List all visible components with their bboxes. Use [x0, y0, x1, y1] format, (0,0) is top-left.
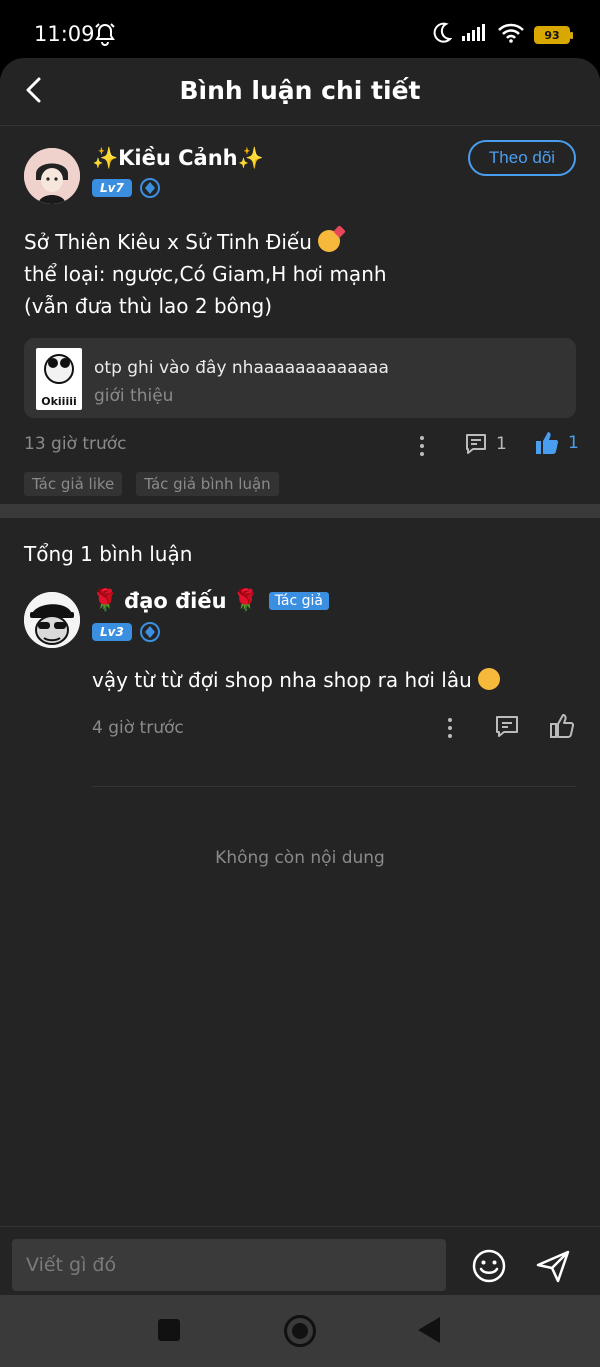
- comment-author-level-row: Lv3: [92, 622, 160, 642]
- send-icon: [536, 1250, 570, 1283]
- post-body: Sở Thiên Kiêu x Sử Tinh Điếu thể loại: n…: [24, 226, 576, 322]
- thumbnail-caption: Okiiiii: [41, 395, 77, 408]
- comment-button[interactable]: 1: [464, 432, 507, 456]
- comment-count: 1: [496, 434, 507, 454]
- post-author-name[interactable]: ✨Kiều Cảnh✨: [92, 146, 264, 171]
- signal-icon: [462, 24, 488, 46]
- disappointed-face-emoji-icon: [478, 668, 501, 690]
- home-icon[interactable]: [284, 1315, 316, 1347]
- verified-emblem-icon: [139, 622, 160, 642]
- level-badge: Lv7: [92, 179, 132, 197]
- post-body-line: (vẫn đưa thù lao 2 bông): [24, 294, 273, 318]
- battery-level: 93: [544, 28, 560, 42]
- comment-like-button[interactable]: [548, 712, 576, 744]
- thumbs-up-filled-icon: [536, 432, 559, 455]
- header: Bình luận chi tiết: [0, 58, 600, 126]
- post-meta-row: 13 giờ trước 1 1: [24, 418, 579, 472]
- like-button[interactable]: 1: [534, 430, 579, 456]
- comment-author-name[interactable]: 🌹 đạo điếu 🌹 Tác giả: [92, 588, 330, 613]
- comment-timestamp: 4 giờ trước: [92, 718, 184, 738]
- post-tags: Tác giả like Tác giả bình luận: [24, 472, 576, 496]
- author-liked-tag: Tác giả like: [24, 472, 123, 496]
- linked-post-title: otp ghi vào đây nhaaaaaaaaaaaaa: [94, 358, 389, 378]
- comment-composer: [0, 1226, 600, 1295]
- comment-text: vậy từ từ đợi shop nha shop ra hơi lâu: [92, 668, 501, 692]
- post: ✨Kiều Cảnh✨ Lv7 Theo dõi Sở Thiên Kiêu x…: [0, 126, 600, 496]
- system-navigation-bar: [0, 1295, 600, 1367]
- post-author-row: ✨Kiều Cảnh✨ Lv7 Theo dõi: [24, 126, 576, 226]
- end-of-content-label: Không còn nội dung: [215, 848, 385, 868]
- avatar[interactable]: [24, 148, 80, 204]
- post-author-level-row: Lv7: [92, 178, 160, 198]
- post-body-line: thể loại: ngược,Có Giam,H hơi mạnh: [24, 262, 387, 286]
- back-triangle-icon[interactable]: [418, 1317, 440, 1343]
- wifi-icon: [498, 23, 524, 47]
- divider: [92, 786, 576, 787]
- thumbs-up-icon: [550, 714, 575, 739]
- comment-item: 🌹 đạo điếu 🌹 Tác giả Lv3 vậy từ từ đợi sho…: [24, 566, 576, 787]
- moon-icon: [432, 22, 453, 48]
- level-badge: Lv3: [92, 623, 132, 641]
- comment-icon: [496, 716, 518, 737]
- comment-detail-sheet: Bình luận chi tiết ✨Kiều Cảnh✨ Lv7 Theo …: [0, 58, 600, 1295]
- panda-meme-thumbnail: Okiiiii: [36, 348, 82, 410]
- verified-emblem-icon: [139, 178, 160, 198]
- emoji-button[interactable]: [470, 1247, 508, 1285]
- more-options-icon[interactable]: [412, 432, 432, 460]
- post-timestamp: 13 giờ trước: [24, 434, 127, 454]
- author-badge: Tác giả: [268, 591, 330, 610]
- emoji-icon: [472, 1249, 506, 1283]
- status-bar: 11:09 93: [0, 0, 600, 62]
- more-options-icon[interactable]: [440, 714, 460, 742]
- author-commented-tag: Tác giả bình luận: [136, 472, 279, 496]
- comment-total: Tổng 1 bình luận: [24, 542, 193, 566]
- comments-section: Tổng 1 bình luận 🌹 đạo điếu 🌹 Tác giả Lv3: [0, 518, 600, 787]
- follow-button[interactable]: Theo dõi: [468, 140, 576, 176]
- smiling-hearts-emoji-icon: [318, 230, 341, 252]
- page-title: Bình luận chi tiết: [179, 76, 421, 105]
- status-time: 11:09: [34, 22, 95, 46]
- comment-input[interactable]: [12, 1239, 446, 1291]
- like-count: 1: [568, 433, 579, 453]
- section-divider: [0, 504, 600, 518]
- reply-button[interactable]: [494, 714, 520, 744]
- recent-apps-icon[interactable]: [158, 1319, 180, 1341]
- linked-post-subtitle: giới thiệu: [94, 386, 174, 406]
- post-body-line: Sở Thiên Kiêu x Sử Tinh Điếu: [24, 230, 312, 254]
- battery-icon: 93: [534, 26, 573, 44]
- linked-post-card[interactable]: Okiiiii otp ghi vào đây nhaaaaaaaaaaaaa …: [24, 338, 576, 418]
- alarm-icon: [94, 22, 116, 50]
- send-button[interactable]: [534, 1247, 572, 1285]
- avatar[interactable]: [24, 592, 80, 648]
- comment-icon: [466, 434, 486, 454]
- status-icons: 93: [432, 22, 573, 48]
